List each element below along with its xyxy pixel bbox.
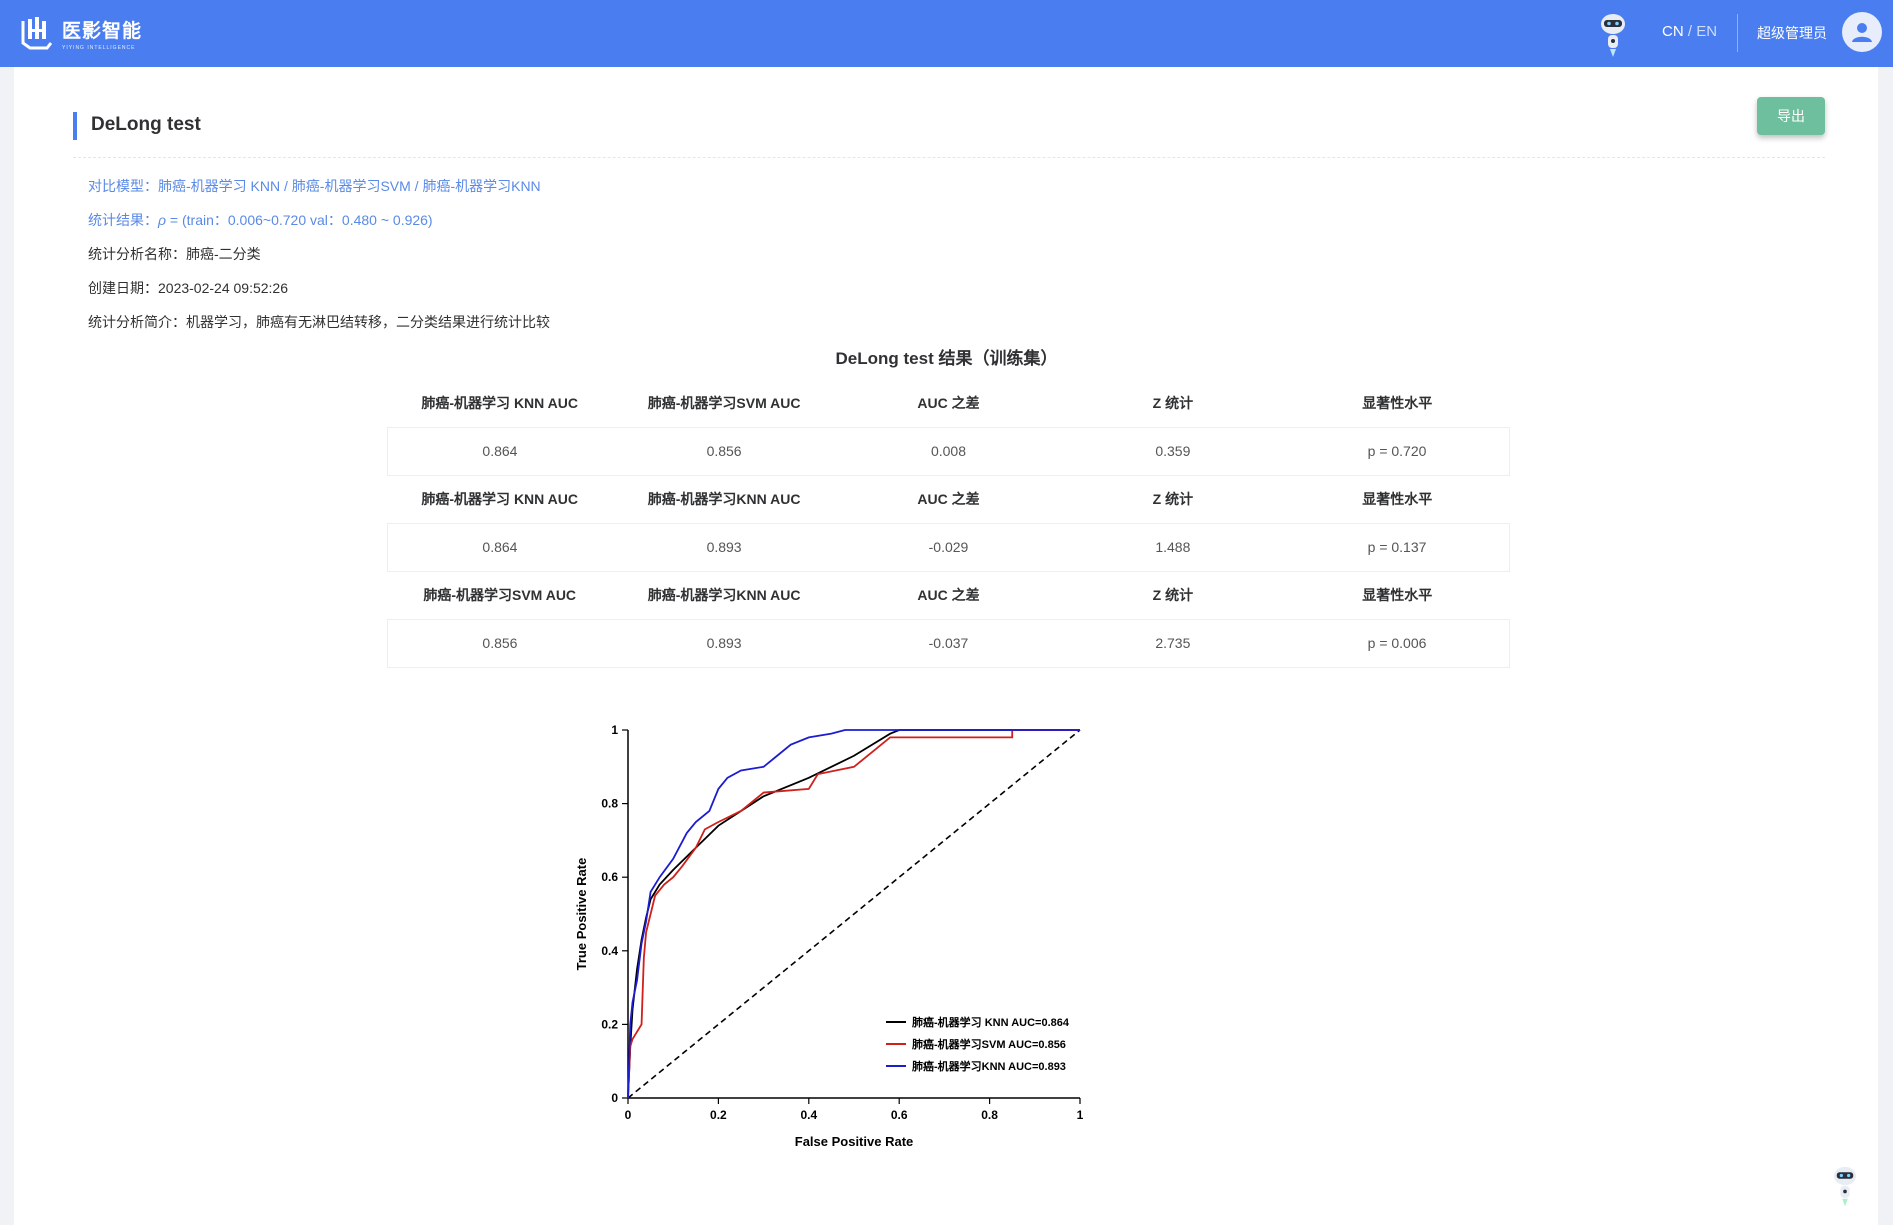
table-caption: DeLong test 结果（训练集） [835,349,1058,368]
language-switch[interactable]: CN / EN [1662,23,1717,40]
header-cell: 显著性水平 [1285,475,1510,524]
y-tick-label: 0.6 [601,870,618,884]
header-cell: AUC 之差 [836,475,1061,524]
legend-label-3: 肺癌-机器学习KNN AUC=0.893 [912,1059,1066,1073]
table-cell: 0.893 [611,523,837,572]
user-name[interactable]: 超级管理员 [1757,23,1827,43]
y-tick-label: 0.8 [601,797,618,811]
x-axis-label: False Positive Rate [795,1134,914,1149]
table-cell: p = 0.137 [1285,523,1511,572]
analysis-name: 统计分析名称：肺癌-二分类 [88,246,261,262]
header-cell: 显著性水平 [1285,571,1510,620]
rho-symbol: ρ [158,212,167,228]
table-header-row: 肺癌-机器学习SVM AUC 肺癌-机器学习KNN AUC AUC 之差 Z 统… [387,571,1510,620]
y-tick-label: 0.2 [601,1017,618,1031]
export-button[interactable]: 导出 [1757,97,1825,135]
created-date: 创建日期：2023-02-24 09:52:26 [88,280,288,296]
compared-models: 对比模型：肺癌-机器学习 KNN / 肺癌-机器学习SVM / 肺癌-机器学习K… [88,178,541,194]
table-cell: 0.893 [611,619,837,668]
table-cell: 0.359 [1060,427,1286,476]
y-tick-label: 0 [611,1091,618,1105]
logo-title: 医影智能 [62,20,143,42]
table-cell: 2.735 [1060,619,1286,668]
table-header-row: 肺癌-机器学习 KNN AUC 肺癌-机器学习KNN AUC AUC 之差 Z … [387,475,1510,524]
table-cell: 0.008 [836,427,1061,476]
x-tick-label: 0 [625,1108,632,1122]
roc-chart-svg: 0 0.2 0.4 0.6 0.8 1 0 0.2 0.4 0.6 0.8 1 False Positi… [574,723,1084,1149]
y-tick-label: 0.4 [601,944,618,958]
table-cell: -0.029 [836,523,1061,572]
app-logo[interactable]: 医影智能 YIYING INTELLIGENCE [20,14,142,52]
header-cell: Z 统计 [1060,379,1286,428]
analysis-intro: 统计分析简介：机器学习，肺癌有无淋巴结转移，二分类结果进行统计比较 [88,314,550,330]
table-cell: 0.864 [386,427,612,476]
user-avatar[interactable] [1842,12,1882,52]
robot-helper-icon[interactable] [1831,1165,1859,1207]
user-icon [1852,23,1872,42]
lang-cn[interactable]: CN [1662,23,1684,40]
legend-label-1: 肺癌-机器学习 KNN AUC=0.864 [912,1015,1070,1029]
legend-label-2: 肺癌-机器学习SVM AUC=0.856 [912,1037,1066,1051]
x-tick-label: 0.6 [891,1108,908,1122]
header-cell: 肺癌-机器学习SVM AUC [611,379,837,428]
delong-results-table: 肺癌-机器学习 KNN AUC 肺癌-机器学习SVM AUC AUC 之差 Z … [386,379,1511,668]
lang-separator: / [1687,23,1693,40]
x-tick-label: 1 [1077,1108,1084,1122]
statistical-result: 统计结果：ρ = (train：0.006~0.720 val：0.480 ~ … [88,210,433,230]
result-text: = (train：0.006~0.720 val：0.480 ~ 0.926) [166,212,433,228]
x-tick-label: 0.8 [981,1108,998,1122]
table-row: 0.864 0.856 0.008 0.359 p = 0.720 [386,427,1511,476]
section-title: DeLong test [91,114,201,135]
page-scrollbar[interactable] [1878,67,1893,1225]
header-cell: AUC 之差 [836,379,1061,428]
header-divider [1737,14,1738,52]
section-accent-bar [73,112,77,140]
x-tick-label: 0.4 [800,1108,817,1122]
header-cell: Z 统计 [1060,475,1286,524]
robot-assistant-icon[interactable] [1598,12,1628,58]
table-cell: 1.488 [1060,523,1286,572]
logo-icon [21,17,53,50]
header-cell: 肺癌-机器学习KNN AUC [611,475,837,524]
section-divider [73,157,1825,158]
result-prefix: 统计结果： [88,212,158,228]
lang-en[interactable]: EN [1696,23,1717,40]
logo-subtitle: YIYING INTELLIGENCE [62,44,136,51]
table-cell: 0.864 [386,523,612,572]
y-tick-label: 1 [611,723,618,737]
table-cell: 0.856 [386,619,612,668]
table-cell: p = 0.720 [1285,427,1511,476]
table-cell: 0.856 [611,427,837,476]
x-tick-label: 0.2 [710,1108,727,1122]
header-cell: 显著性水平 [1285,379,1510,428]
table-header-row: 肺癌-机器学习 KNN AUC 肺癌-机器学习SVM AUC AUC 之差 Z … [387,379,1510,428]
y-axis-label: True Positive Rate [574,858,589,971]
header-cell: 肺癌-机器学习SVM AUC [387,571,612,620]
header-cell: 肺癌-机器学习KNN AUC [611,571,837,620]
table-row: 0.864 0.893 -0.029 1.488 p = 0.137 [386,523,1511,572]
top-navbar: 医影智能 YIYING INTELLIGENCE CN / EN 超级管理员 [0,0,1893,67]
table-cell: -0.037 [836,619,1061,668]
header-cell: 肺癌-机器学习 KNN AUC [387,475,612,524]
roc-chart: 0 0.2 0.4 0.6 0.8 1 0 0.2 0.4 0.6 0.8 1 False Positi… [560,700,1100,1160]
table-cell: p = 0.006 [1285,619,1511,668]
header-cell: 肺癌-机器学习 KNN AUC [387,379,612,428]
table-row: 0.856 0.893 -0.037 2.735 p = 0.006 [386,619,1511,668]
header-cell: AUC 之差 [836,571,1061,620]
header-cell: Z 统计 [1060,571,1286,620]
